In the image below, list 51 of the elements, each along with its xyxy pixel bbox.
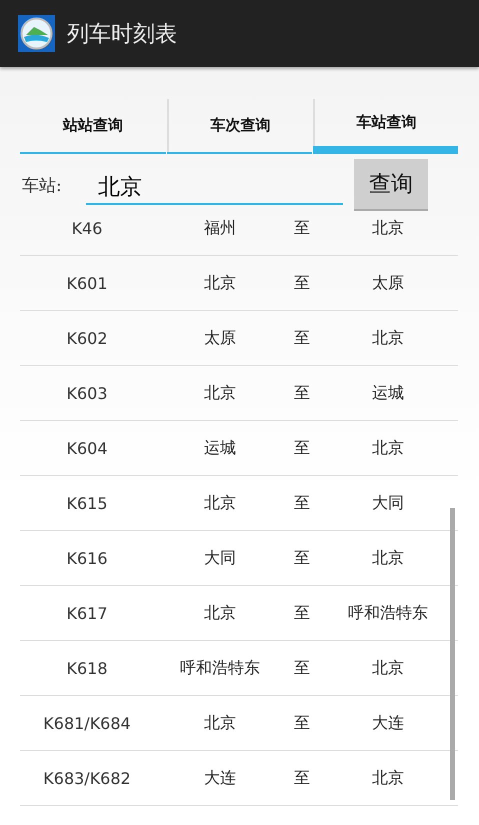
train-number: K46 bbox=[70, 218, 104, 238]
origin-station: 北京 bbox=[203, 382, 237, 404]
app-title: 列车时刻表 bbox=[67, 20, 177, 48]
origin-station: 太原 bbox=[203, 328, 237, 348]
destination-station: 北京 bbox=[371, 328, 405, 348]
train-number: K617 bbox=[65, 604, 109, 622]
origin-station: 北京 bbox=[203, 492, 237, 514]
train-number: K604 bbox=[65, 438, 109, 458]
train-number: K683/K682 bbox=[42, 768, 132, 788]
origin-station: 运城 bbox=[203, 438, 237, 458]
train-number: K615 bbox=[65, 494, 109, 512]
separator-text: 至 bbox=[293, 438, 311, 458]
scrollbar[interactable] bbox=[450, 508, 455, 800]
destination-station: 运城 bbox=[371, 382, 405, 404]
station-label: 车站: bbox=[22, 174, 63, 196]
separator-text: 至 bbox=[293, 658, 311, 678]
origin-station: 北京 bbox=[203, 602, 237, 624]
train-number: K603 bbox=[65, 384, 109, 402]
station-field[interactable]: 北京 bbox=[86, 171, 343, 205]
origin-station: 北京 bbox=[203, 712, 237, 734]
train-number: K616 bbox=[65, 548, 109, 568]
train-number: K618 bbox=[65, 658, 109, 678]
train-number: K602 bbox=[65, 328, 109, 348]
app-logo-icon bbox=[18, 15, 55, 52]
destination-station: 呼和浩特东 bbox=[347, 602, 429, 624]
train-number: K601 bbox=[65, 274, 109, 292]
separator-text: 至 bbox=[293, 272, 311, 294]
destination-station: 北京 bbox=[371, 548, 405, 568]
destination-station: 大连 bbox=[371, 712, 405, 734]
origin-station: 福州 bbox=[203, 218, 237, 238]
separator-text: 至 bbox=[293, 548, 311, 568]
origin-station: 大同 bbox=[203, 548, 237, 568]
destination-station: 北京 bbox=[371, 768, 405, 788]
separator-text: 至 bbox=[293, 328, 311, 348]
origin-station: 呼和浩特东 bbox=[179, 658, 261, 678]
destination-station: 太原 bbox=[371, 272, 405, 294]
separator-text: 至 bbox=[293, 382, 311, 404]
destination-station: 大同 bbox=[371, 492, 405, 514]
destination-station: 北京 bbox=[371, 218, 405, 238]
separator-text: 至 bbox=[293, 602, 311, 624]
origin-station: 大连 bbox=[203, 768, 237, 788]
separator-text: 至 bbox=[293, 768, 311, 788]
train-number: K681/K684 bbox=[42, 714, 132, 732]
query-button[interactable]: 查询 bbox=[354, 159, 428, 211]
separator-text: 至 bbox=[293, 218, 311, 238]
destination-station: 北京 bbox=[371, 438, 405, 458]
tab[interactable]: 站站查询 bbox=[20, 99, 166, 152]
origin-station: 北京 bbox=[203, 272, 237, 294]
destination-station: 北京 bbox=[371, 658, 405, 678]
separator-text: 至 bbox=[293, 492, 311, 514]
separator-text: 至 bbox=[293, 712, 311, 734]
